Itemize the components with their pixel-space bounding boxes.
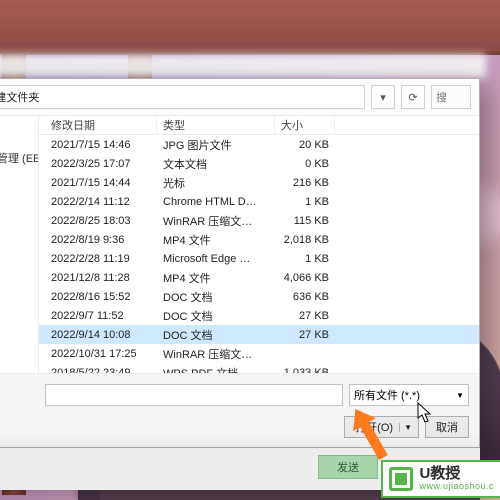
dialog-bottom-bar: 所有文件 (*.*) ▼ 打开(O) ▼ 取消: [0, 373, 479, 447]
refresh-button[interactable]: ⟳: [401, 85, 425, 109]
file-date: 2022/8/16 15:52: [45, 291, 157, 303]
cancel-button-label: 取消: [436, 419, 458, 435]
column-header-date[interactable]: 修改日期: [45, 115, 157, 135]
column-header-size[interactable]: 大小: [275, 115, 335, 135]
file-type: DOC 文档: [157, 308, 275, 324]
file-type: Microsoft Edge …: [157, 253, 275, 265]
send-button-label: 发送: [337, 459, 359, 475]
filetype-label: 所有文件 (*.*): [354, 387, 420, 403]
file-row[interactable]: 2021/7/15 14:44光标216 KB: [39, 173, 479, 192]
file-size: 216 KB: [275, 177, 335, 189]
file-type: MP4 文件: [157, 270, 275, 286]
file-row[interactable]: 2022/2/14 11:12Chrome HTML D…1 KB: [39, 192, 479, 211]
file-type: 光标: [157, 175, 275, 191]
file-row[interactable]: 2018/5/22 23:49WPS PDF 文档1,033 KB: [39, 363, 479, 373]
file-type: WinRAR 压缩文…: [157, 213, 275, 229]
file-size: 1 KB: [275, 196, 335, 208]
filetype-select[interactable]: 所有文件 (*.*) ▼: [349, 384, 469, 406]
file-size: 1 KB: [275, 253, 335, 265]
watermark: U教授 www.ujiaoshou.c: [381, 460, 500, 498]
file-date: 2022/2/28 11:19: [45, 253, 157, 265]
file-date: 2021/7/15 14:44: [45, 177, 157, 189]
file-list: 2021/7/15 14:46JPG 图片文件20 KB2022/3/25 17…: [39, 135, 479, 373]
file-type: MP4 文件: [157, 232, 275, 248]
file-size: 0 KB: [275, 158, 335, 170]
refresh-icon: ⟳: [408, 91, 417, 104]
file-size: 27 KB: [275, 329, 335, 341]
breadcrumb-box[interactable]: › (D:) › 新建文件夹: [0, 85, 365, 109]
file-date: 2021/7/15 14:46: [45, 139, 157, 151]
cancel-button[interactable]: 取消: [425, 416, 469, 438]
file-size: 20 KB: [275, 139, 335, 151]
address-bar-row: › (D:) › 新建文件夹 ▾ ⟳ 搜: [0, 79, 479, 116]
file-date: 2021/12/8 11:28: [45, 272, 157, 284]
file-row[interactable]: 2022/8/25 18:03WinRAR 压缩文…115 KB: [39, 211, 479, 230]
file-row[interactable]: 2022/8/19 9:36MP4 文件2,018 KB: [39, 230, 479, 249]
file-date: 2022/9/7 11:52: [45, 310, 157, 322]
file-row[interactable]: 2022/9/7 11:52DOC 文档27 KB: [39, 306, 479, 325]
watermark-brand: U教授: [419, 466, 494, 483]
file-size: 4,066 KB: [275, 272, 335, 284]
parent-window-titlebar: [0, 54, 486, 78]
sidebar-item[interactable]: 学旅行策划与管理 (EEPM…: [0, 146, 38, 170]
file-row[interactable]: 2022/8/16 15:52DOC 文档636 KB: [39, 287, 479, 306]
file-list-area: 修改日期 类型 大小 2021/7/15 14:46JPG 图片文件20 KB2…: [39, 116, 479, 373]
file-date: 2022/8/19 9:36: [45, 234, 157, 246]
watermark-url: www.ujiaoshou.c: [419, 482, 494, 492]
watermark-logo-icon: [389, 467, 413, 491]
file-type: JPG 图片文件: [157, 137, 275, 153]
sidebar-item[interactable]: $2: [0, 349, 38, 369]
sidebar-item[interactable]: $: [0, 126, 38, 146]
file-row[interactable]: 2022/2/28 11:19Microsoft Edge …1 KB: [39, 249, 479, 268]
navigation-pane: $ 学旅行策划与管理 (EEPM… 小的解决方法 $2: [0, 116, 39, 373]
dropdown-history-button[interactable]: ▾: [371, 85, 395, 109]
file-type: Chrome HTML D…: [157, 196, 275, 208]
breadcrumb-folder[interactable]: 新建文件夹: [0, 89, 41, 105]
sidebar-item[interactable]: [0, 202, 38, 210]
file-size: 27 KB: [275, 310, 335, 322]
file-row[interactable]: 2022/10/31 17:25WinRAR 压缩文…: [39, 344, 479, 363]
file-size: 636 KB: [275, 291, 335, 303]
chevron-down-icon: ▼: [456, 391, 464, 400]
send-button[interactable]: 发送: [318, 455, 378, 479]
file-size: 115 KB: [275, 215, 335, 227]
file-type: DOC 文档: [157, 327, 275, 343]
chevron-down-icon: ▾: [380, 91, 386, 104]
file-size: 2,018 KB: [275, 234, 335, 246]
open-button[interactable]: 打开(O) ▼: [344, 416, 419, 438]
file-date: 2022/2/14 11:12: [45, 196, 157, 208]
filename-input[interactable]: [45, 384, 343, 406]
file-row[interactable]: 2022/9/14 10:08DOC 文档27 KB: [39, 325, 479, 344]
file-date: 2022/3/25 17:07: [45, 158, 157, 170]
file-date: 2022/9/14 10:08: [45, 329, 157, 341]
sidebar-item[interactable]: [0, 170, 38, 178]
file-type: WPS PDF 文档: [157, 365, 275, 374]
sidebar-item[interactable]: 小的解决方法: [0, 178, 38, 202]
file-date: 2022/8/25 18:03: [45, 215, 157, 227]
file-row[interactable]: 2021/12/8 11:28MP4 文件4,066 KB: [39, 268, 479, 287]
open-button-dropdown[interactable]: ▼: [399, 423, 412, 432]
filename-row: 所有文件 (*.*) ▼: [45, 384, 469, 406]
button-row: 打开(O) ▼ 取消: [45, 416, 469, 438]
open-button-label: 打开(O): [355, 419, 393, 435]
column-header-type[interactable]: 类型: [157, 115, 275, 135]
file-type: DOC 文档: [157, 289, 275, 305]
file-date: 2022/10/31 17:25: [45, 348, 157, 360]
file-type: WinRAR 压缩文…: [157, 346, 275, 362]
file-row[interactable]: 2022/3/25 17:07文本文档0 KB: [39, 154, 479, 173]
file-row[interactable]: 2021/7/15 14:46JPG 图片文件20 KB: [39, 135, 479, 154]
file-type: 文本文档: [157, 156, 275, 172]
column-header-row: 修改日期 类型 大小: [39, 116, 479, 135]
search-input[interactable]: 搜: [431, 85, 471, 109]
file-open-dialog: › (D:) › 新建文件夹 ▾ ⟳ 搜 $ 学旅行策划与管理 (EEPM… 小…: [0, 78, 480, 448]
search-placeholder: 搜: [436, 89, 447, 105]
